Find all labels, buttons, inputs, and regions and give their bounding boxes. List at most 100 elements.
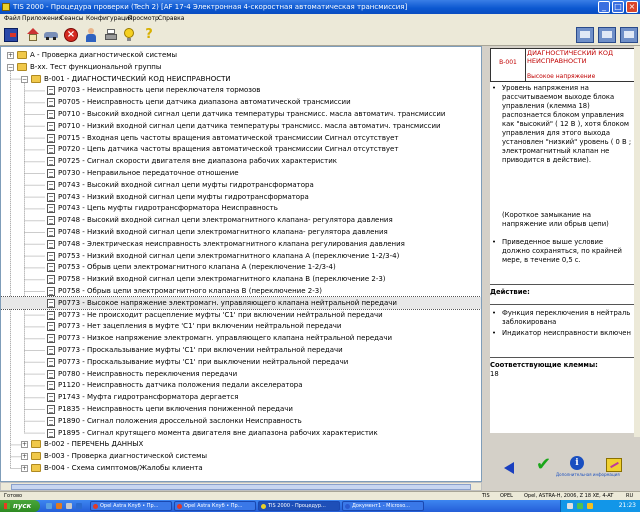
tech2-icon[interactable] [576,27,594,43]
folder-icon [31,440,41,449]
menu-configuration[interactable]: Конфигурация [86,14,133,24]
tree-dtc-row[interactable]: P0743 - Низкий входной сигнал цепи муфты… [1,191,481,203]
expand-icon[interactable]: + [21,441,28,449]
tree-dtc-row[interactable]: P1890 - Сигнал положения дроссельной зас… [1,415,481,427]
home-icon[interactable] [26,28,40,42]
tree-dtc-row[interactable]: P0748 - Электрическая неисправность элек… [1,238,481,250]
tree-dtc-row[interactable]: P0725 - Сигнал скорости двигателя вне ди… [1,155,481,167]
tree-dtc-row[interactable]: P0710 - Высокий входной сигнал цепи датч… [1,108,481,120]
tree-dtc-row[interactable]: P0748 - Высокий входной сигнал цепи элек… [1,214,481,226]
connection-icon[interactable] [598,27,616,43]
collapse-icon[interactable]: − [7,63,14,71]
tree-dtc-row[interactable]: P0773 - Низкое напряжение электромагн. у… [1,332,481,344]
tree-dtc-row[interactable]: P0743 - Высокий входной сигнал цепи муфт… [1,179,481,191]
user-icon[interactable] [84,28,98,42]
tree-folder-row[interactable]: + В-004 - Схема симптомов/Жалобы клиента [1,462,481,474]
help-icon[interactable]: ? [142,28,156,42]
start-button[interactable]: пуск [0,500,40,512]
tree-dtc-row[interactable]: P0730 - Неправильное передаточное отноше… [1,167,481,179]
tree-dtc-row[interactable]: P0773 - Проскальзывание муфты 'C1' при в… [1,344,481,356]
back-arrow-icon[interactable] [504,462,514,474]
tree-dtc-row[interactable]: P0773 - Нет зацепления в муфте 'C1' при … [1,320,481,332]
tree-dtc-row[interactable]: P0773 - Не происходит расцепление муфты … [1,309,481,321]
menu-applications[interactable]: Приложения [22,14,62,24]
menu-view[interactable]: Просмотр [128,14,159,24]
tree-item-label: P0773 - Не происходит расцепление муфты … [58,310,383,319]
diagnostic-tree[interactable]: + А - Проверка диагностической системы − В-… [0,46,482,482]
tree-dtc-row[interactable]: P0753 - Низкий входной сигнал цепи элект… [1,250,481,262]
tree-dtc-row[interactable]: P0773 - Проскальзывание муфты 'C1' при в… [1,356,481,368]
tree-dtc-row[interactable]: P0748 - Низкий входной сигнал цепи элект… [1,226,481,238]
vehicle-icon[interactable] [44,28,58,42]
network-icon[interactable] [577,503,583,509]
explorer-icon[interactable] [66,503,72,509]
menu-help[interactable]: Справка [158,14,184,24]
tree-dtc-row[interactable]: P0743 - Цепь муфты гидротрансформатора Н… [1,202,481,214]
info-icon[interactable]: i [570,456,584,470]
tree-folder-row[interactable]: − В-001 - ДИАГНОСТИЧЕСКИЙ КОД НЕИСПРАВНОС… [1,73,481,85]
display-icon[interactable] [620,27,638,43]
detail-header: В-001 ДИАГНОСТИЧЕСКИЙ КОД НЕИСПРАВНОСТИ … [490,48,636,82]
tree-folder-row[interactable]: + А - Проверка диагностической системы [1,49,481,61]
tree-folder-row[interactable]: + В-002 - ПЕРЕЧЕНЬ ДАННЫХ [1,438,481,450]
task-label: Opel Astra Клуб • Пр... [100,503,159,509]
tree-dtc-row[interactable]: P0758 - Обрыв цепи электромагнитного кла… [1,285,481,297]
checkmark-icon[interactable]: ✔ [536,456,551,474]
scrollbar-thumb[interactable] [11,484,471,490]
document-icon [47,357,55,367]
tree-horizontal-scrollbar[interactable] [0,482,482,491]
detail-title: ДИАГНОСТИЧЕСКИЙ КОД НЕИСПРАВНОСТИ [527,49,614,65]
tree-folder-row[interactable]: − В-хх. Тест функциональной группы [1,61,481,73]
language-icon[interactable] [567,503,573,509]
tree-item-label: В-хх. Тест функциональной группы [30,62,162,71]
tree-dtc-row[interactable]: P0753 - Обрыв цепи электромагнитного кла… [1,261,481,273]
task-opel-club-2[interactable]: Opel Astra Клуб • Пр... [174,501,256,511]
stop-icon[interactable]: × [64,28,78,42]
document-icon [47,133,55,143]
expand-icon[interactable]: + [21,465,28,472]
tree-dtc-row[interactable]: P0758 - Низкий входной сигнал цепи элект… [1,273,481,285]
tree-dtc-row[interactable]: P0710 - Низкий входной сигнал цепи датчи… [1,120,481,132]
separator [490,357,634,358]
tree-folder-row[interactable]: + В-003 - Проверка диагностической систем… [1,450,481,462]
close-button[interactable]: × [626,1,638,13]
maximize-button[interactable]: □ [612,1,624,13]
tree-dtc-row[interactable]: P0705 - Неисправность цепи датчика диапа… [1,96,481,108]
exit-icon[interactable] [4,28,18,42]
tree-dtc-row[interactable]: P0715 - Входная цепь частоты вращения ав… [1,132,481,144]
edit-icon[interactable] [606,458,622,472]
expand-icon[interactable]: + [7,52,14,59]
tree-item-label: P0710 - Высокий входной сигнал цепи датч… [58,110,446,118]
tree-item-label: P0748 - Высокий входной сигнал цепи элек… [58,216,393,225]
tree-dtc-row[interactable]: P0773 - Высокое напряжение электромагн. … [1,295,481,310]
desktop-icon[interactable] [46,503,52,509]
lightbulb-icon[interactable] [122,28,136,42]
tree-dtc-row[interactable]: P1743 - Муфта гидротрансформатора дергае… [1,391,481,403]
status-ready: Готово [4,493,23,499]
tree-dtc-row[interactable]: P1895 - Сигнал крутящего момента двигате… [1,427,481,439]
menu-sessions[interactable]: Сеансы [60,14,84,24]
menu-file[interactable]: Файл [4,14,21,24]
task-tis-2000[interactable]: TIS 2000 - Процедур... [258,501,340,511]
tree-item-label: P0773 - Проскальзывание муфты 'C1' при в… [58,357,349,366]
detail-vertical-scrollbar[interactable] [634,46,640,437]
expand-icon[interactable]: + [21,453,28,461]
document-icon [47,346,55,355]
tree-dtc-row[interactable]: P0720 - Цепь датчика частоты вращения ав… [1,143,481,155]
document-icon [47,157,55,167]
task-word-document[interactable]: Документ1 - Microso... [342,501,424,511]
tree-dtc-row[interactable]: P0703 - Неисправность цепи переключателя… [1,84,481,96]
document-icon [47,98,55,108]
bullet: • [492,329,497,337]
speaker-icon[interactable] [587,503,593,509]
tree-dtc-row[interactable]: P0780 - Неисправность переключения перед… [1,368,481,380]
tree-dtc-row[interactable]: P1120 - Неисправность датчика положения … [1,379,481,391]
browser-icon[interactable] [56,503,62,509]
collapse-icon[interactable]: − [21,75,28,83]
tree-dtc-row[interactable]: P1835 - Неисправность цепи включения пон… [1,403,481,415]
task-opel-club-1[interactable]: Opel Astra Клуб • Пр... [90,501,172,511]
info-label[interactable]: Дополнительная информация [556,472,620,477]
minimize-button[interactable]: _ [598,1,610,13]
print-icon[interactable] [104,28,118,42]
ie-icon[interactable] [76,503,82,509]
